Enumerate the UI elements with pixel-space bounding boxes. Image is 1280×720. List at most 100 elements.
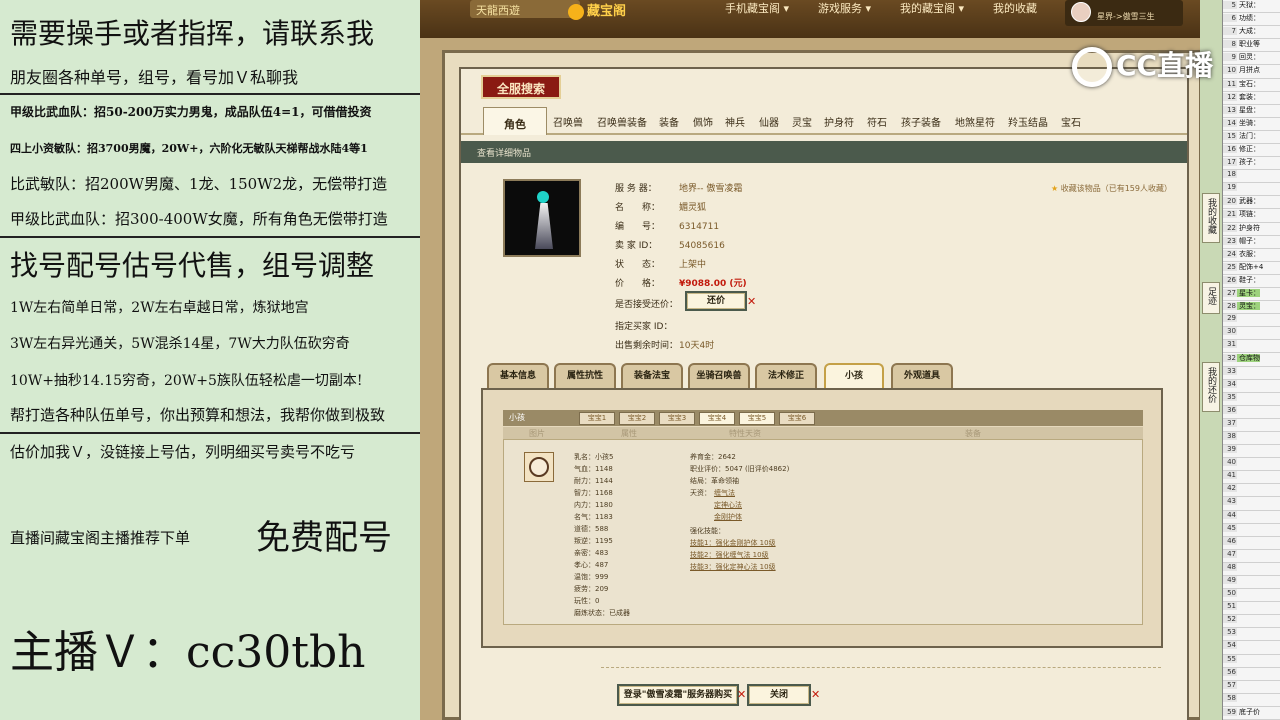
row-cell[interactable]: [1237, 497, 1239, 505]
tab-baby-6[interactable]: 宝宝6: [779, 412, 815, 425]
row-cell[interactable]: 星盘：: [1237, 106, 1260, 114]
sheet-row[interactable]: 5 天狱：: [1223, 0, 1280, 14]
sheet-row[interactable]: 33: [1223, 366, 1280, 380]
row-cell[interactable]: [1237, 432, 1239, 440]
sheet-row[interactable]: 35: [1223, 392, 1280, 406]
sheet-row[interactable]: 20 武器：: [1223, 196, 1280, 210]
row-cell[interactable]: [1237, 641, 1239, 649]
row-cell[interactable]: 功绩：: [1237, 14, 1260, 22]
subtab-child[interactable]: 小孩: [824, 363, 884, 389]
row-cell[interactable]: [1237, 471, 1239, 479]
sheet-row[interactable]: 51: [1223, 602, 1280, 616]
sheet-row[interactable]: 54: [1223, 641, 1280, 655]
row-cell[interactable]: 坐骑：: [1237, 119, 1260, 127]
sheet-row[interactable]: 50: [1223, 589, 1280, 603]
row-cell[interactable]: 星卡：: [1237, 289, 1260, 297]
sheet-row[interactable]: 22 护身符: [1223, 223, 1280, 236]
row-cell[interactable]: [1237, 524, 1239, 532]
row-cell[interactable]: [1237, 511, 1239, 519]
sheet-row[interactable]: 29: [1223, 314, 1280, 328]
tab-child-equip[interactable]: 孩子装备: [901, 114, 941, 129]
sheet-row[interactable]: 58: [1223, 693, 1280, 707]
sheet-row[interactable]: 38: [1223, 432, 1280, 446]
row-cell[interactable]: 修正：: [1237, 145, 1260, 153]
sheet-row[interactable]: 36: [1223, 405, 1280, 419]
row-cell[interactable]: [1237, 563, 1239, 571]
row-cell[interactable]: [1237, 419, 1239, 427]
tab-equip[interactable]: 装备: [659, 114, 679, 129]
tab-talisman[interactable]: 护身符: [824, 114, 854, 129]
sheet-row[interactable]: 39: [1223, 445, 1280, 459]
row-cell[interactable]: [1237, 615, 1239, 623]
sheet-row[interactable]: 44: [1223, 510, 1280, 524]
sheet-row[interactable]: 46: [1223, 536, 1280, 550]
sidebar-my-bargains[interactable]: 我的还价: [1202, 362, 1220, 412]
sheet-row[interactable]: 21 项链：: [1223, 209, 1280, 223]
site-logo[interactable]: 藏宝阁: [568, 0, 648, 20]
bargain-button[interactable]: 还价: [685, 291, 747, 311]
row-cell[interactable]: 天狱：: [1237, 1, 1260, 9]
sheet-row[interactable]: 26 鞋子：: [1223, 275, 1280, 288]
sheet-row[interactable]: 15 法门：: [1223, 131, 1280, 144]
sheet-row[interactable]: 48: [1223, 562, 1280, 576]
subtab-basic[interactable]: 基本信息: [487, 363, 549, 389]
nav-my-favorites[interactable]: 我的收藏: [993, 0, 1037, 15]
sheet-row[interactable]: 41: [1223, 471, 1280, 485]
subtab-appearance[interactable]: 外观道具: [891, 363, 953, 389]
tab-baby-3[interactable]: 宝宝3: [659, 412, 695, 425]
user-menu[interactable]: 星界->傲雪三生: [1065, 0, 1183, 26]
tab-jade[interactable]: 羚玉结晶: [1008, 114, 1048, 129]
game-logo[interactable]: 天龍西遊: [470, 0, 580, 18]
row-cell[interactable]: [1237, 183, 1239, 191]
sheet-row[interactable]: 25 配饰+4: [1223, 262, 1280, 275]
sheet-row[interactable]: 47: [1223, 549, 1280, 563]
tab-role[interactable]: 角色: [483, 107, 547, 135]
sheet-row[interactable]: 24 衣服：: [1223, 249, 1280, 262]
close-button[interactable]: 关闭: [747, 684, 811, 706]
tab-runestone[interactable]: 符石: [867, 114, 887, 129]
row-cell[interactable]: [1237, 406, 1239, 414]
skill-link[interactable]: 技能2：强化缠气法 10级: [690, 550, 769, 560]
sheet-row[interactable]: 6 功绩：: [1223, 13, 1280, 27]
tab-baby-1[interactable]: 宝宝1: [579, 412, 615, 425]
row-cell[interactable]: [1237, 655, 1239, 663]
row-cell[interactable]: 灵宝：: [1237, 302, 1260, 311]
sheet-row[interactable]: 23 帽子：: [1223, 236, 1280, 249]
sidebar-favorites[interactable]: 我的收藏: [1202, 193, 1220, 243]
row-cell[interactable]: [1237, 314, 1239, 322]
row-cell[interactable]: [1237, 170, 1239, 178]
tab-accessory[interactable]: 佩饰: [693, 114, 713, 129]
sheet-row[interactable]: 28 灵宝：: [1223, 301, 1280, 315]
sheet-row[interactable]: 16 修正：: [1223, 144, 1280, 158]
sheet-row[interactable]: 17 孩子：: [1223, 157, 1280, 171]
row-cell[interactable]: [1237, 628, 1239, 636]
sheet-row[interactable]: 18: [1223, 170, 1280, 184]
sheet-row[interactable]: 13 星盘：: [1223, 105, 1280, 118]
tab-baby-4[interactable]: 宝宝4: [699, 412, 735, 425]
sheet-row[interactable]: 40: [1223, 458, 1280, 472]
row-cell[interactable]: [1237, 380, 1239, 388]
subtab-spell[interactable]: 法术修正: [755, 363, 817, 389]
sheet-row[interactable]: 45: [1223, 523, 1280, 537]
row-cell[interactable]: [1237, 681, 1239, 689]
row-cell[interactable]: [1237, 576, 1239, 584]
row-cell[interactable]: 底子价: [1237, 708, 1260, 716]
talent-link[interactable]: 金刚护体: [714, 512, 742, 522]
sheet-row[interactable]: 52: [1223, 615, 1280, 629]
row-cell[interactable]: 项链：: [1237, 210, 1260, 218]
sheet-row[interactable]: 7 大成：: [1223, 26, 1280, 40]
tab-gem[interactable]: 宝石: [1061, 114, 1081, 129]
subtab-mount[interactable]: 坐骑召唤兽: [688, 363, 750, 389]
skill-link[interactable]: 技能3：强化定神心法 10级: [690, 562, 776, 572]
row-cell[interactable]: [1237, 327, 1239, 335]
tab-summon[interactable]: 召唤兽: [553, 114, 583, 129]
row-cell[interactable]: [1237, 602, 1239, 610]
row-cell[interactable]: 武器：: [1237, 197, 1260, 205]
row-cell[interactable]: [1237, 367, 1239, 375]
sheet-row[interactable]: 14 坐骑：: [1223, 118, 1280, 131]
row-cell[interactable]: [1237, 694, 1239, 702]
row-cell[interactable]: 护身符: [1237, 224, 1260, 232]
sheet-row[interactable]: 31: [1223, 340, 1280, 354]
sheet-row[interactable]: 53: [1223, 628, 1280, 642]
row-cell[interactable]: 仓库物: [1237, 354, 1260, 363]
